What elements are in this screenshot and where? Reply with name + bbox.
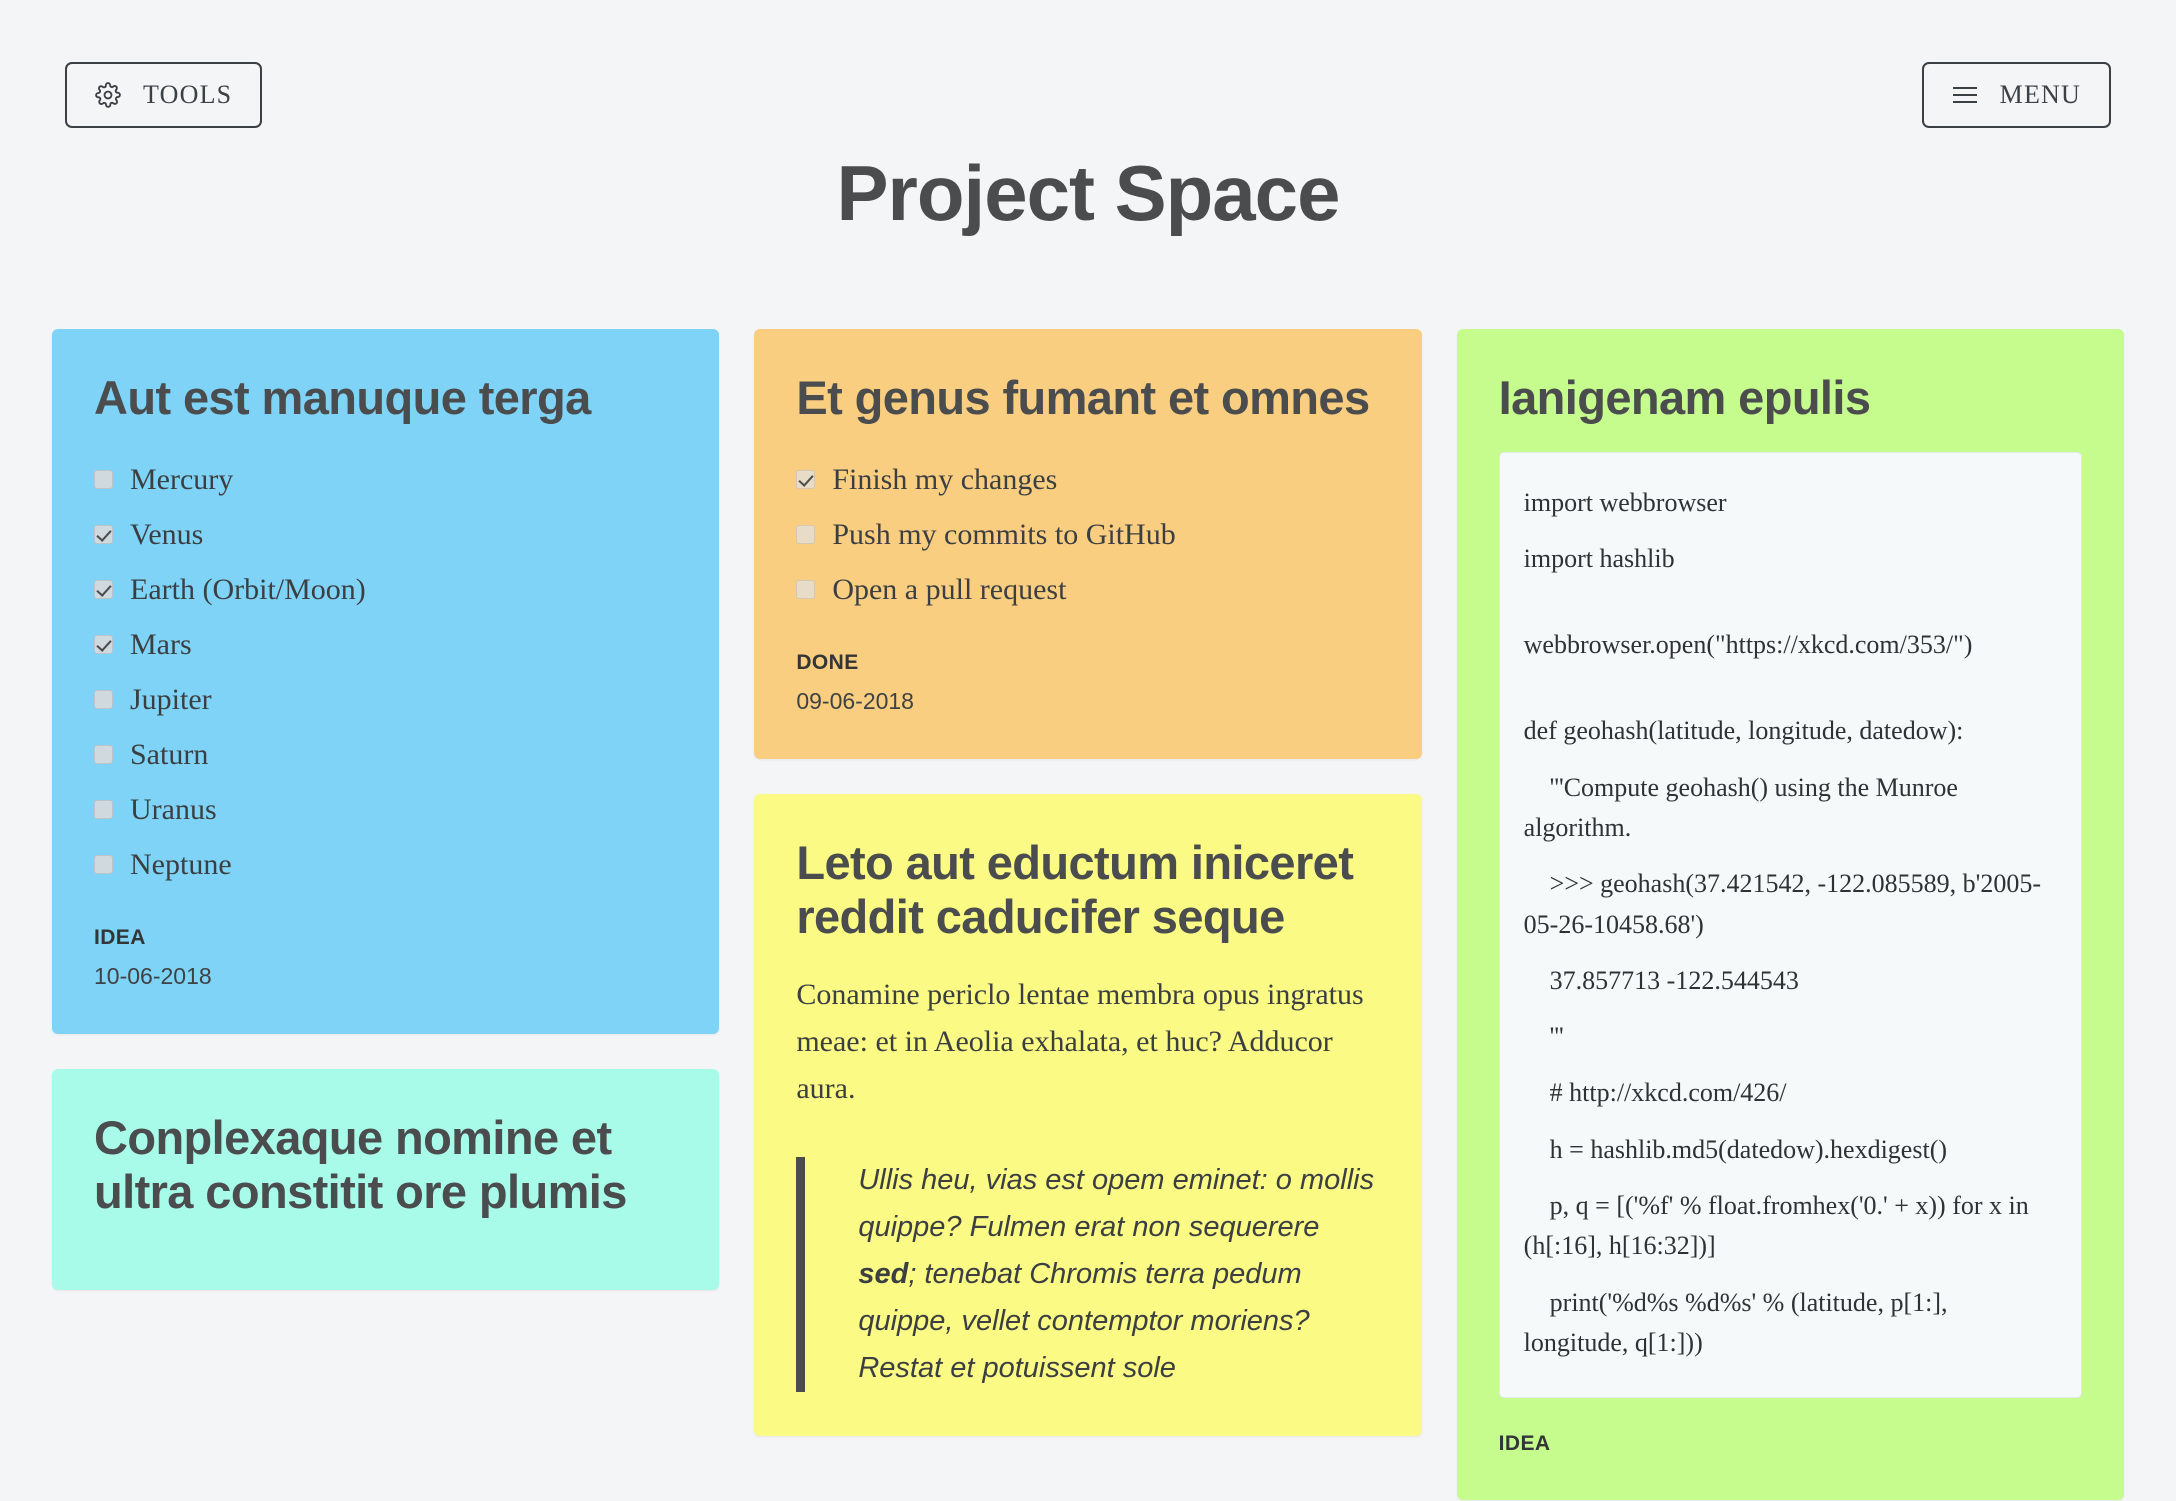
column-1: Aut est manuque terga Mercury Venus Eart…	[52, 329, 720, 1290]
code-line: '''	[1523, 1022, 1564, 1052]
status-badge: IDEA	[1498, 1432, 1551, 1456]
list-item[interactable]: Push my commits to GitHub	[796, 507, 1379, 562]
code-line: p, q = [('%f' % float.fromhex('0.' + x))…	[1523, 1191, 2036, 1261]
list-item[interactable]: Mars	[94, 617, 677, 672]
list-item-label: Venus	[130, 517, 204, 551]
card-grid: Aut est manuque terga Mercury Venus Eart…	[52, 329, 2124, 1501]
tools-button-label: TOOLS	[143, 80, 233, 109]
list-item-label: Mercury	[130, 462, 234, 496]
gear-icon	[95, 82, 121, 108]
code-line: >>> geohash(37.421542, -122.085589, b'20…	[1523, 869, 2042, 939]
card-title: Aut est manuque terga	[94, 371, 591, 424]
card-body-text: Conamine periclo lentae membra opus ingr…	[796, 977, 1364, 1106]
task-checklist: Finish my changes Push my commits to Git…	[796, 452, 1379, 617]
page-title: Project Space	[836, 149, 1341, 237]
card-date: 09-06-2018	[796, 687, 914, 714]
checkbox-earth[interactable]	[94, 579, 113, 599]
code-line: import webbrowser	[1523, 487, 1727, 517]
list-item[interactable]: Finish my changes	[796, 452, 1379, 507]
list-item-label: Uranus	[130, 792, 217, 826]
card-title: Conplexaque nomine et ultra constitit or…	[94, 1110, 627, 1219]
card-date: 10-06-2018	[94, 962, 212, 989]
list-item[interactable]: Venus	[94, 507, 677, 562]
menu-button-label: MENU	[1999, 80, 2081, 109]
card-footer: DONE 09-06-2018	[796, 651, 1379, 715]
checkbox-mars[interactable]	[94, 634, 113, 654]
card-tasks[interactable]: Et genus fumant et omnes Finish my chang…	[754, 329, 1422, 759]
list-item-label: Saturn	[130, 737, 209, 771]
card-planets[interactable]: Aut est manuque terga Mercury Venus Eart…	[52, 329, 720, 1034]
list-item[interactable]: Earth (Orbit/Moon)	[94, 562, 677, 617]
list-item[interactable]: Uranus	[94, 782, 677, 837]
list-item-label: Mars	[130, 627, 192, 661]
list-item-label: Jupiter	[130, 682, 212, 716]
card-footer: IDEA	[1499, 1432, 2082, 1456]
card-footer: IDEA 10-06-2018	[94, 926, 677, 990]
tools-button[interactable]: TOOLS	[65, 62, 263, 128]
column-3: Ianigenam epulis import webbrowser import…	[1456, 329, 2124, 1501]
card-title: Leto aut eductum iniceret reddit caducif…	[796, 835, 1354, 944]
quote-text-end: ; tenebat Chromis terra pedum quippe, ve…	[858, 1257, 1310, 1384]
checkbox-jupiter[interactable]	[94, 689, 113, 709]
list-item[interactable]: Jupiter	[94, 672, 677, 727]
quote-text-start: Ullis heu, vias est opem eminet: o molli…	[858, 1163, 1375, 1243]
checkbox-neptune[interactable]	[94, 854, 113, 874]
checkbox-saturn[interactable]	[94, 744, 113, 764]
app-root: TOOLS MENU Project Space Aut est manuque…	[0, 0, 2176, 1501]
code-line: print('%d%s %d%s' % (latitude, p[1:], lo…	[1523, 1287, 1954, 1357]
checkbox-finish-changes[interactable]	[796, 469, 816, 489]
hamburger-icon	[1952, 85, 1978, 105]
status-badge: IDEA	[94, 925, 146, 949]
code-line: def geohash(latitude, longitude, datedow…	[1523, 716, 1964, 746]
top-bar: TOOLS MENU	[52, 0, 2124, 150]
list-item-label: Earth (Orbit/Moon)	[130, 572, 366, 606]
menu-button[interactable]: MENU	[1921, 62, 2111, 128]
code-block[interactable]: import webbrowser import hashlib webbrowse…	[1498, 451, 2082, 1399]
code-line: import hashlib	[1523, 543, 1675, 573]
checkbox-push-commits[interactable]	[796, 524, 816, 544]
checkbox-mercury[interactable]	[94, 469, 113, 489]
quote-emphasis: sed	[858, 1257, 909, 1290]
status-badge: DONE	[796, 650, 859, 674]
card-leto[interactable]: Leto aut eductum iniceret reddit caducif…	[754, 793, 1422, 1436]
checkbox-venus[interactable]	[94, 524, 113, 544]
card-title: Ianigenam epulis	[1498, 371, 1871, 424]
code-line: '''Compute geohash() using the Munroe al…	[1523, 772, 1965, 842]
code-line: webbrowser.open("https://xkcd.com/353/")	[1523, 630, 1973, 660]
column-2: Et genus fumant et omnes Finish my chang…	[754, 329, 1422, 1436]
card-ianigenam[interactable]: Ianigenam epulis import webbrowser import…	[1456, 329, 2124, 1501]
code-line: 37.857713 -122.544543	[1523, 965, 1799, 995]
planet-checklist: Mercury Venus Earth (Orbit/Moon) Mars Ju…	[94, 452, 677, 892]
list-item-label: Push my commits to GitHub	[832, 517, 1176, 551]
list-item[interactable]: Open a pull request	[796, 562, 1379, 617]
card-conplexaque[interactable]: Conplexaque nomine et ultra constitit or…	[52, 1068, 720, 1290]
code-line: h = hashlib.md5(datedow).hexdigest()	[1523, 1134, 1948, 1164]
list-item[interactable]: Mercury	[94, 452, 677, 507]
code-line: # http://xkcd.com/426/	[1523, 1078, 1787, 1108]
list-item[interactable]: Neptune	[94, 837, 677, 892]
list-item-label: Finish my changes	[832, 462, 1058, 496]
list-item-label: Neptune	[130, 847, 232, 881]
blockquote: Ullis heu, vias est opem eminet: o molli…	[796, 1156, 1379, 1392]
list-item-label: Open a pull request	[832, 572, 1067, 606]
checkbox-uranus[interactable]	[94, 799, 113, 819]
card-title: Et genus fumant et omnes	[796, 371, 1370, 424]
list-item[interactable]: Saturn	[94, 727, 677, 782]
checkbox-open-pr[interactable]	[796, 579, 816, 599]
